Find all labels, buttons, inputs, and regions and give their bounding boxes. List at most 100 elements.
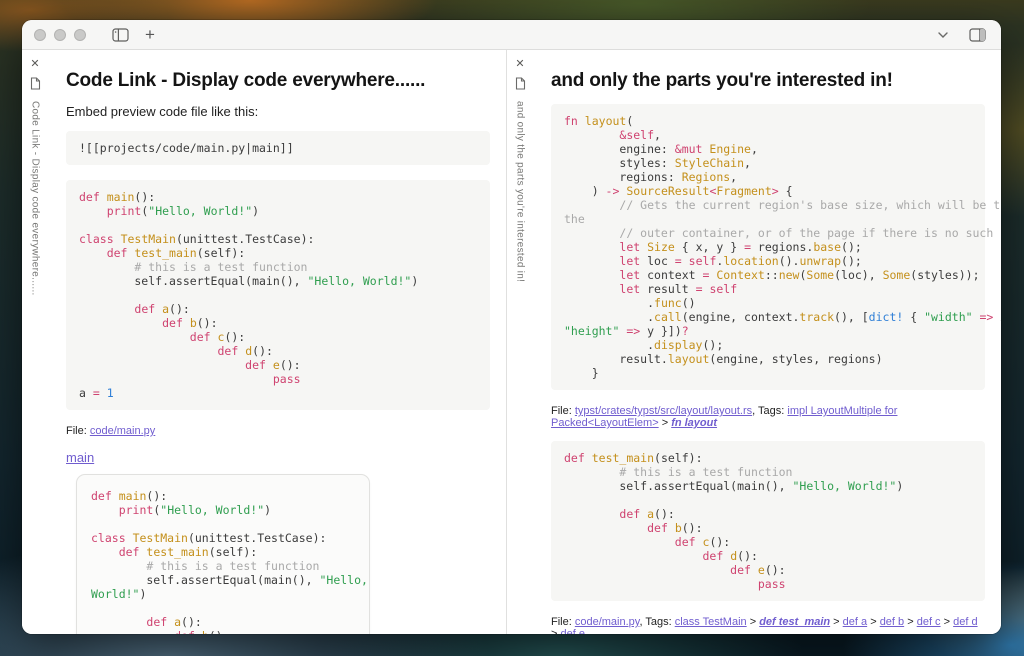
close-tab-icon[interactable]: ✕ [30,59,39,70]
right-note-heading: and only the parts you're interested in! [551,70,985,92]
code-line: def test_main(self): [91,545,355,559]
code-line: def a(): [564,507,972,521]
pane-right: ✕ and only the parts you're interested i… [507,50,1001,634]
tag-link[interactable]: code/main.py [575,616,640,628]
meta-text: > [830,616,843,628]
code-line: def b(): [564,521,972,535]
code-line: def test_main(self): [564,451,972,465]
toggle-right-sidebar-icon[interactable] [965,24,989,46]
tag-link[interactable]: fn layout [671,417,717,429]
titlebar: + [22,20,1001,50]
code-line: print("Hello, World!") [79,204,477,218]
tag-link[interactable]: def c [917,616,941,628]
code-line: def b(): [79,316,477,330]
left-tab-header[interactable]: ✕ Code Link - Display code everywhere...… [22,50,48,634]
right-tab-header[interactable]: ✕ and only the parts you're interested i… [507,50,533,634]
code-line: engine: &mut Engine, [564,142,972,156]
code-line: self.assertEqual(main(), "Hello, [91,573,355,587]
code-line: class TestMain(unittest.TestCase): [79,232,477,246]
chevron-down-icon[interactable] [931,24,955,46]
tag-link[interactable]: def test_main [759,616,830,628]
app-window: + ✕ Code [22,20,1001,634]
meta-text: , Tags: [639,616,674,628]
rust-codeblock: fn layout( &self, engine: &mut Engine, s… [551,104,985,390]
meta-text: > [747,616,760,628]
right-note-content: and only the parts you're interested in!… [533,50,1001,634]
right-tab-title: and only the parts you're interested in! [515,101,526,282]
code-line: def d(): [564,549,972,563]
code-line: # this is a test function [79,260,477,274]
meta-text: File: [551,616,575,628]
tag-link[interactable]: typst/crates/typst/src/layout/layout.rs [575,405,752,417]
meta-text: > [659,417,672,429]
code-line: ) -> SourceResult<Fragment> { [564,184,972,198]
left-intro-text: Embed preview code file like this: [66,104,490,119]
code-line: # this is a test function [91,559,355,573]
code-line: def a(): [79,302,477,316]
tag-link[interactable]: def d [953,616,977,628]
code-line: fn layout( [564,114,972,128]
code-line [79,218,477,232]
code-line: let loc = self.location().unwrap(); [564,254,972,268]
left-note-heading: Code Link - Display code everywhere.....… [66,70,490,92]
code-line: def e(): [564,563,972,577]
embed-main-link[interactable]: main [66,450,94,465]
document-icon [515,77,526,90]
code-line: .func() [564,296,972,310]
code-line: class TestMain(unittest.TestCase): [91,531,355,545]
code-line: the [564,212,972,226]
code-line: World!") [91,587,355,601]
code-line: "height" => y }])? [564,324,972,338]
code-line: def c(): [79,330,477,344]
code-line: self.assertEqual(main(), "Hello, World!"… [79,274,477,288]
code-line: let context = Context::new(Some(loc), So… [564,268,972,282]
code-line: def a(): [91,615,355,629]
code-line: .display(); [564,338,972,352]
code-line [564,493,972,507]
zoom-window-button[interactable] [74,29,86,41]
embed-syntax-codeblock: ![[projects/code/main.py|main]] [66,131,490,165]
rust-file-tags-line: File: typst/crates/typst/src/layout/layo… [551,405,985,429]
left-note-content: Code Link - Display code everywhere.....… [48,50,506,634]
pane-left: ✕ Code Link - Display code everywhere...… [22,50,506,634]
code-line: // outer container, or of the page if th… [564,226,972,240]
tag-link[interactable]: def e [560,628,584,634]
tag-link[interactable]: def a [843,616,867,628]
file-meta-line: File: code/main.py [66,425,490,437]
meta-text: File: [551,405,575,417]
close-window-button[interactable] [34,29,46,41]
code-line: pass [564,577,972,591]
code-line: regions: Regions, [564,170,972,184]
code-line: print("Hello, World!") [91,503,355,517]
code-line: let Size { x, y } = regions.base(); [564,240,972,254]
code-line [91,601,355,615]
python-file-tags-line: File: code/main.py, Tags: class TestMain… [551,616,985,634]
embedded-code-preview-card[interactable]: def main(): print("Hello, World!") class… [76,474,370,634]
minimize-window-button[interactable] [54,29,66,41]
code-line: def main(): [79,190,477,204]
python-snippet-codeblock: def test_main(self): # this is a test fu… [551,441,985,601]
new-tab-button[interactable]: + [138,24,162,46]
meta-text: , Tags: [752,405,787,417]
code-line: def e(): [79,358,477,372]
meta-text: > [867,616,880,628]
tag-link[interactable]: def b [880,616,904,628]
document-icon [30,77,41,90]
tag-link[interactable]: class TestMain [675,616,747,628]
meta-text: > [904,616,917,628]
tag-link[interactable]: code/main.py [90,425,155,437]
code-line: def b(): [91,629,355,634]
traffic-lights [34,29,86,41]
meta-text: File: [66,425,90,437]
toggle-left-sidebar-icon[interactable] [108,24,132,46]
code-line: def test_main(self): [79,246,477,260]
code-line: pass [79,372,477,386]
python-codeblock: def main(): print("Hello, World!") class… [66,180,490,410]
code-line: def c(): [564,535,972,549]
code-line: a = 1 [79,386,477,400]
close-tab-icon[interactable]: ✕ [515,59,524,70]
code-line [91,517,355,531]
code-line: &self, [564,128,972,142]
code-line: .call(engine, context.track(), [dict! { … [564,310,972,324]
code-line: def main(): [91,489,355,503]
